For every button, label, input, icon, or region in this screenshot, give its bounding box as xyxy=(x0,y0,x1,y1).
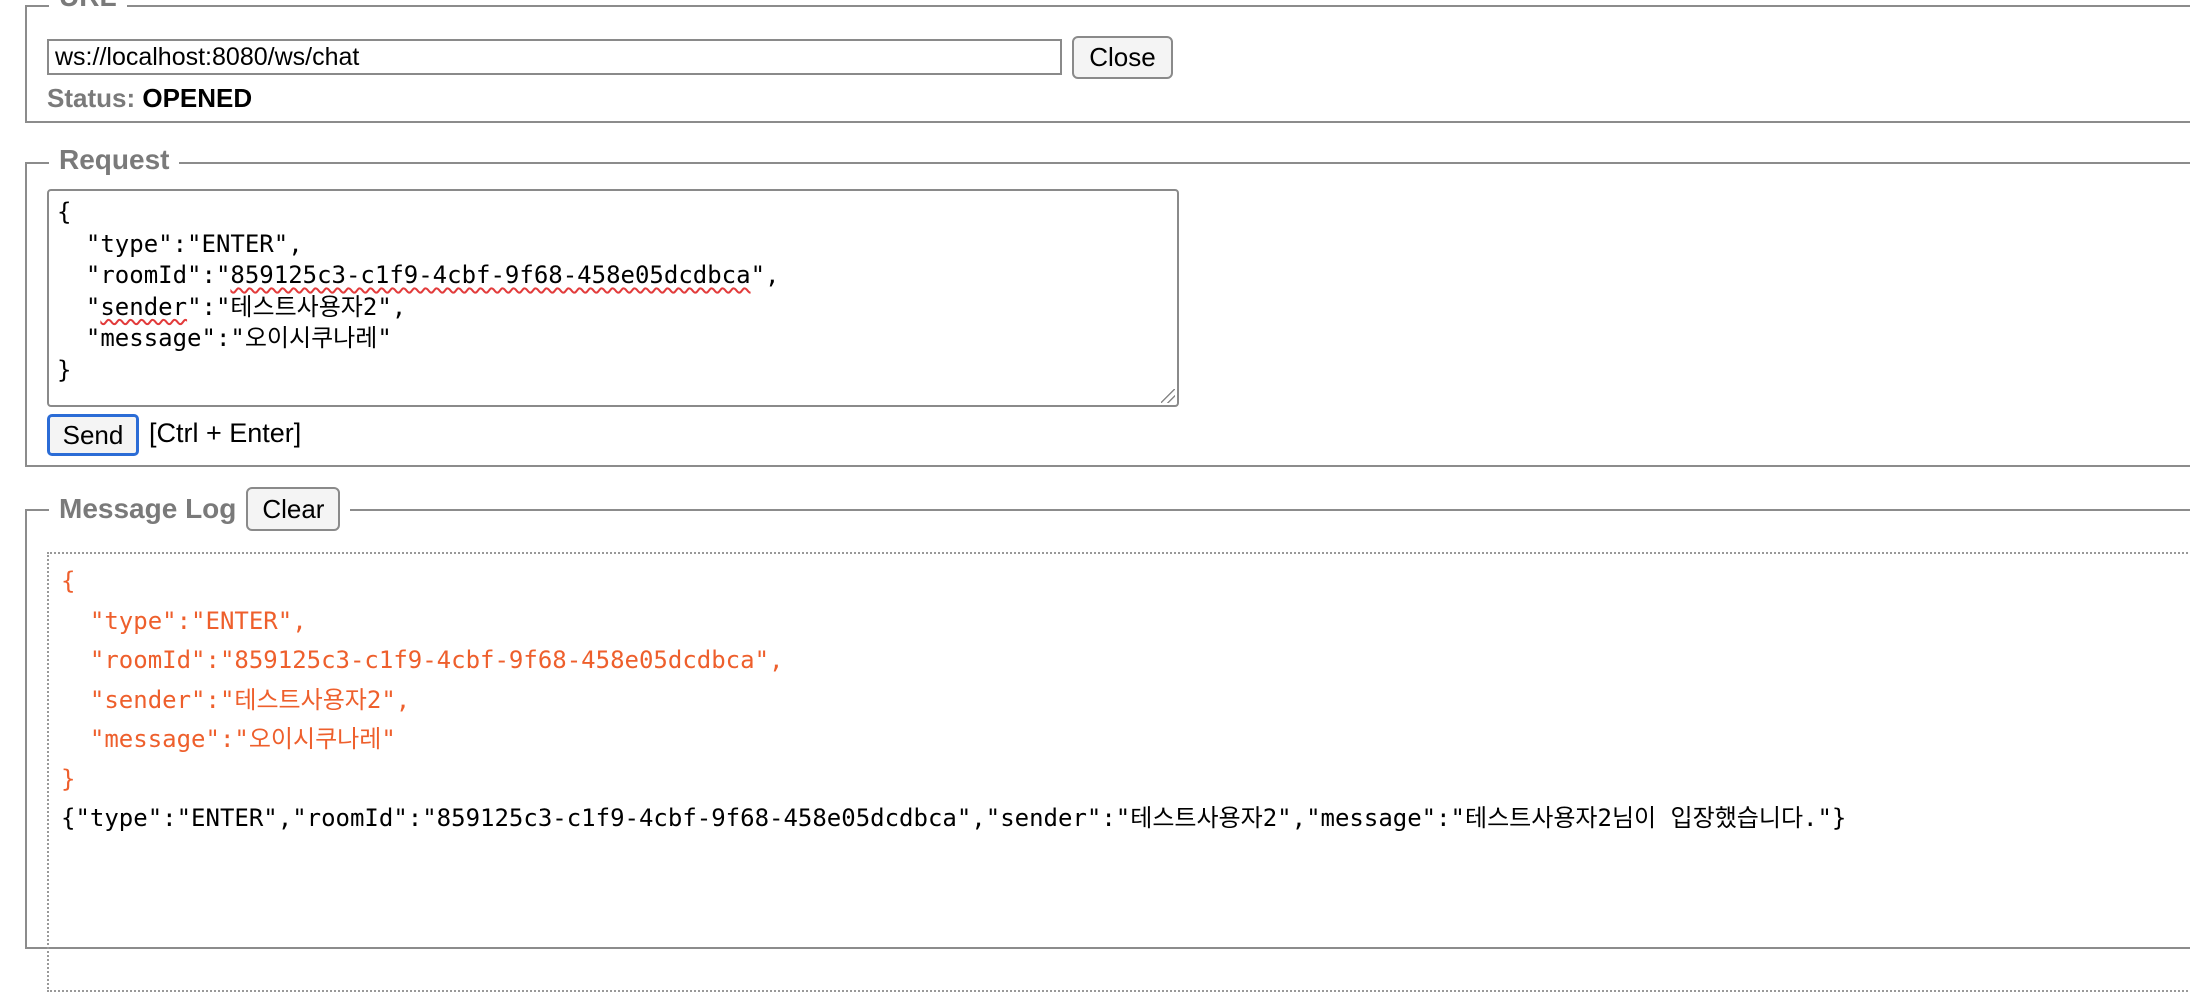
sent-line: { xyxy=(61,567,76,595)
sent-line: } xyxy=(61,764,76,793)
sent-line: "roomId":"859125c3-c1f9-4cbf-9f68-458e05… xyxy=(61,646,784,674)
message-log-fieldset: Message Log Clear { "type":"ENTER", "roo… xyxy=(25,487,2190,992)
request-roomid-value: 859125c3-c1f9-4cbf-9f68-458e05dcdbca xyxy=(230,261,751,289)
url-fieldset: URL Close Status: OPENED xyxy=(25,0,2190,123)
request-sender-key: sender xyxy=(100,292,188,321)
request-line: "type":"ENTER", xyxy=(57,229,303,258)
sent-line: "type":"ENTER", xyxy=(61,606,307,635)
request-legend: Request xyxy=(49,144,180,176)
request-line-roomid: "roomId":"859125c3-c1f9-4cbf-9f68-458e05… xyxy=(57,261,780,289)
resize-handle-icon[interactable] xyxy=(1161,389,1175,403)
clear-button[interactable]: Clear xyxy=(246,487,341,531)
status-value: OPENED xyxy=(142,83,253,113)
send-button[interactable]: Send xyxy=(47,414,139,456)
request-textarea[interactable]: { "type":"ENTER", "roomId":"859125c3-c1f… xyxy=(47,189,1179,407)
message-log-legend: Message Log Clear xyxy=(49,487,351,531)
request-line: "message":"오이시쿠나레" xyxy=(57,324,392,352)
request-line: { xyxy=(57,198,72,226)
url-input[interactable] xyxy=(47,39,1062,75)
status-label: Status: xyxy=(47,83,136,113)
received-message: {"type":"ENTER","roomId":"859125c3-c1f9-… xyxy=(61,804,1847,832)
sent-line: "message":"오이시쿠나레" xyxy=(61,725,396,753)
status-line: Status: OPENED xyxy=(47,83,252,114)
url-legend: URL xyxy=(49,0,127,25)
send-shortcut-hint: [Ctrl + Enter] xyxy=(149,418,302,448)
request-fieldset: Request { "type":"ENTER", "roomId":"8591… xyxy=(25,144,2190,467)
sent-message-block: { "type":"ENTER", "roomId":"859125c3-c1f… xyxy=(61,562,2190,799)
request-line: } xyxy=(57,355,72,384)
message-log-area[interactable]: { "type":"ENTER", "roomId":"859125c3-c1f… xyxy=(47,552,2190,992)
request-line-sender: "sender":"테스트사용자2", xyxy=(57,292,407,321)
close-button[interactable]: Close xyxy=(1072,36,1173,79)
sent-line: "sender":"테스트사용자2", xyxy=(61,685,411,714)
